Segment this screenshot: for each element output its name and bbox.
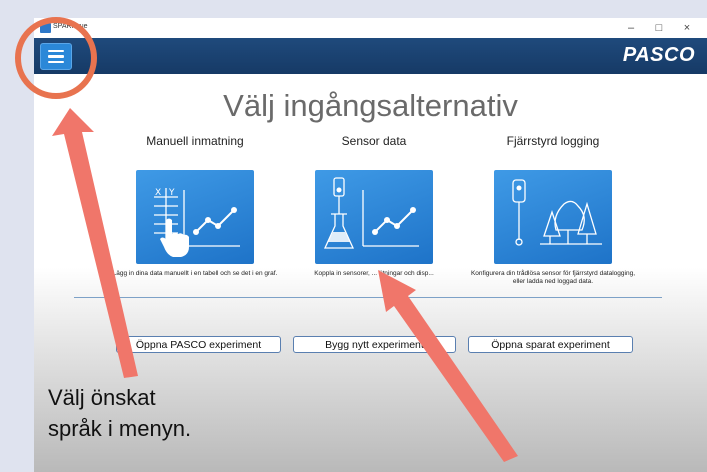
arrow-to-sensor-data [378, 270, 518, 462]
callout-line-1: Välj önskat [48, 385, 156, 410]
callout-line-2: språk i menyn. [48, 416, 192, 441]
instruction-callout: Välj önskat språk i menyn. [48, 382, 268, 444]
menu-highlight-circle [15, 17, 97, 99]
arrow-to-menu [52, 108, 138, 378]
